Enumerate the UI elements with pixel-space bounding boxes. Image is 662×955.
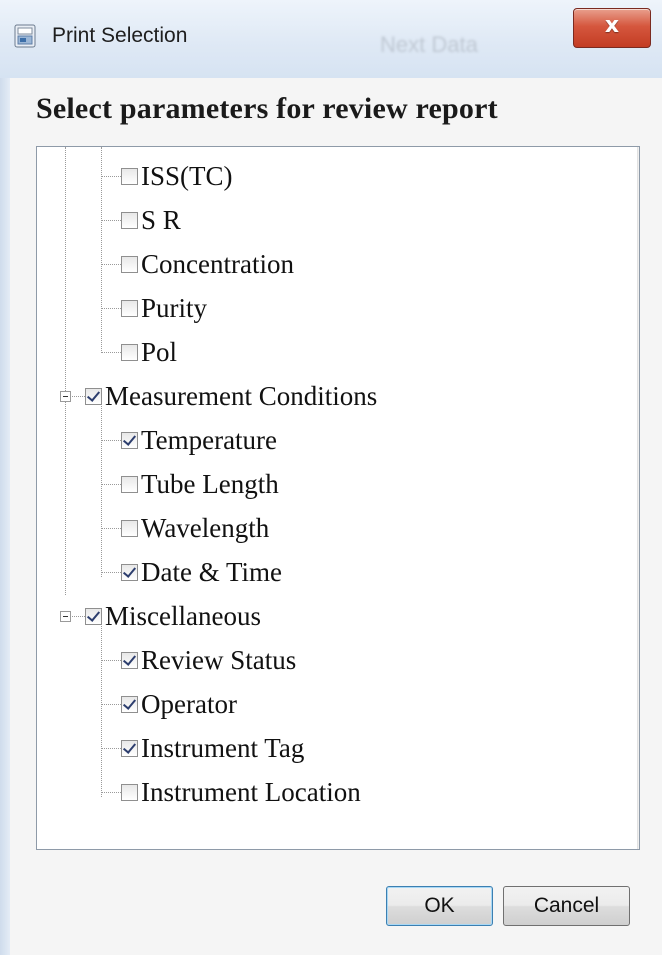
tree-connector bbox=[101, 660, 121, 661]
tree-item-review-status[interactable]: Review Status bbox=[121, 642, 296, 678]
checkbox[interactable] bbox=[121, 167, 138, 185]
tree-item-tube-length[interactable]: Tube Length bbox=[121, 466, 279, 502]
tree-connector-group-1 bbox=[101, 147, 102, 351]
tree-item-label: Date & Time bbox=[141, 556, 283, 587]
tree-item-label: Purity bbox=[141, 292, 208, 323]
tree-connector bbox=[101, 176, 121, 177]
checkbox[interactable] bbox=[121, 651, 138, 669]
tree-connector bbox=[101, 308, 121, 309]
tree-item-instrument-location[interactable]: Instrument Location bbox=[121, 774, 361, 810]
cancel-button[interactable]: Cancel bbox=[503, 886, 630, 926]
tree-item-instrument-tag[interactable]: Instrument Tag bbox=[121, 730, 304, 766]
tree-connector bbox=[101, 792, 121, 793]
parameter-tree[interactable]: ISS(TC) S R Concentration Purity Pol Mea… bbox=[36, 146, 640, 850]
collapse-icon[interactable] bbox=[60, 611, 71, 622]
close-icon: x bbox=[604, 13, 620, 38]
tree-item-label: Review Status bbox=[141, 644, 297, 675]
tree-item-label: Instrument Tag bbox=[141, 732, 305, 763]
checkbox[interactable] bbox=[121, 255, 138, 273]
dialog-heading: Select parameters for review report bbox=[36, 92, 498, 125]
checkbox[interactable] bbox=[121, 475, 138, 493]
tree-item-temperature[interactable]: Temperature bbox=[121, 422, 277, 458]
tree-connector bbox=[70, 396, 85, 397]
tree-item-label: Tube Length bbox=[141, 468, 279, 499]
tree-item-purity[interactable]: Purity bbox=[121, 290, 207, 326]
checkbox[interactable] bbox=[121, 783, 138, 801]
tree-connector bbox=[101, 572, 121, 573]
tree-item-pol[interactable]: Pol bbox=[121, 334, 177, 370]
tree-item-iss-tc[interactable]: ISS(TC) bbox=[121, 158, 233, 194]
tree-connector bbox=[101, 704, 121, 705]
tree-connector bbox=[101, 484, 121, 485]
tree-connector-group-2 bbox=[101, 401, 102, 577]
checkbox[interactable] bbox=[121, 431, 138, 449]
tree-connector-group-3 bbox=[101, 621, 102, 797]
scroll-up-icon[interactable]: ▲ bbox=[638, 153, 639, 179]
tree-item-label: Wavelength bbox=[141, 512, 270, 543]
background-window-text: Next Data bbox=[380, 32, 478, 57]
tree-item-label: Instrument Location bbox=[141, 776, 361, 807]
tree-connector bbox=[101, 352, 121, 353]
checkbox[interactable] bbox=[121, 563, 138, 581]
tree-connector-root bbox=[65, 147, 66, 595]
tree-item-concentration[interactable]: Concentration bbox=[121, 246, 294, 282]
collapse-icon[interactable] bbox=[60, 391, 71, 402]
tree-group-label: Measurement Conditions bbox=[105, 380, 378, 411]
checkbox[interactable] bbox=[121, 211, 138, 229]
checkbox[interactable] bbox=[121, 519, 138, 537]
print-icon bbox=[14, 24, 36, 48]
tree-item-label: Temperature bbox=[141, 424, 278, 455]
checkbox[interactable] bbox=[121, 695, 138, 713]
tree-item-label: Concentration bbox=[141, 248, 294, 279]
title-bar[interactable]: Print Selection Next Data x bbox=[0, 0, 662, 78]
tree-connector bbox=[70, 616, 85, 617]
close-button[interactable]: x bbox=[573, 8, 651, 48]
vertical-scrollbar[interactable]: ▲ ▼ bbox=[637, 147, 639, 849]
window-title: Print Selection bbox=[52, 24, 188, 47]
scroll-down-icon[interactable]: ▼ bbox=[638, 819, 639, 845]
tree-item-label: ISS(TC) bbox=[141, 160, 233, 191]
tree-group-miscellaneous[interactable]: Miscellaneous bbox=[85, 598, 261, 634]
tree-connector bbox=[101, 748, 121, 749]
checkbox[interactable] bbox=[121, 299, 138, 317]
tree-group-measurement-conditions[interactable]: Measurement Conditions bbox=[85, 378, 377, 414]
tree-item-label: S R bbox=[141, 204, 181, 235]
tree-connector bbox=[101, 220, 121, 221]
tree-item-date-time[interactable]: Date & Time bbox=[121, 554, 282, 590]
tree-connector bbox=[101, 440, 121, 441]
tree-item-label: Pol bbox=[141, 336, 178, 367]
ok-button[interactable]: OK bbox=[386, 886, 493, 926]
checkbox[interactable] bbox=[85, 607, 102, 625]
tree-item-s-r[interactable]: S R bbox=[121, 202, 181, 238]
tree-connector bbox=[101, 264, 121, 265]
tree-group-label: Miscellaneous bbox=[105, 600, 261, 631]
tree-item-label: Operator bbox=[141, 688, 237, 719]
tree-connector bbox=[101, 528, 121, 529]
tree-item-wavelength[interactable]: Wavelength bbox=[121, 510, 269, 546]
tree-item-operator[interactable]: Operator bbox=[121, 686, 237, 722]
window-frame bbox=[0, 78, 10, 955]
checkbox[interactable] bbox=[121, 739, 138, 757]
checkbox[interactable] bbox=[85, 387, 102, 405]
checkbox[interactable] bbox=[121, 343, 138, 361]
